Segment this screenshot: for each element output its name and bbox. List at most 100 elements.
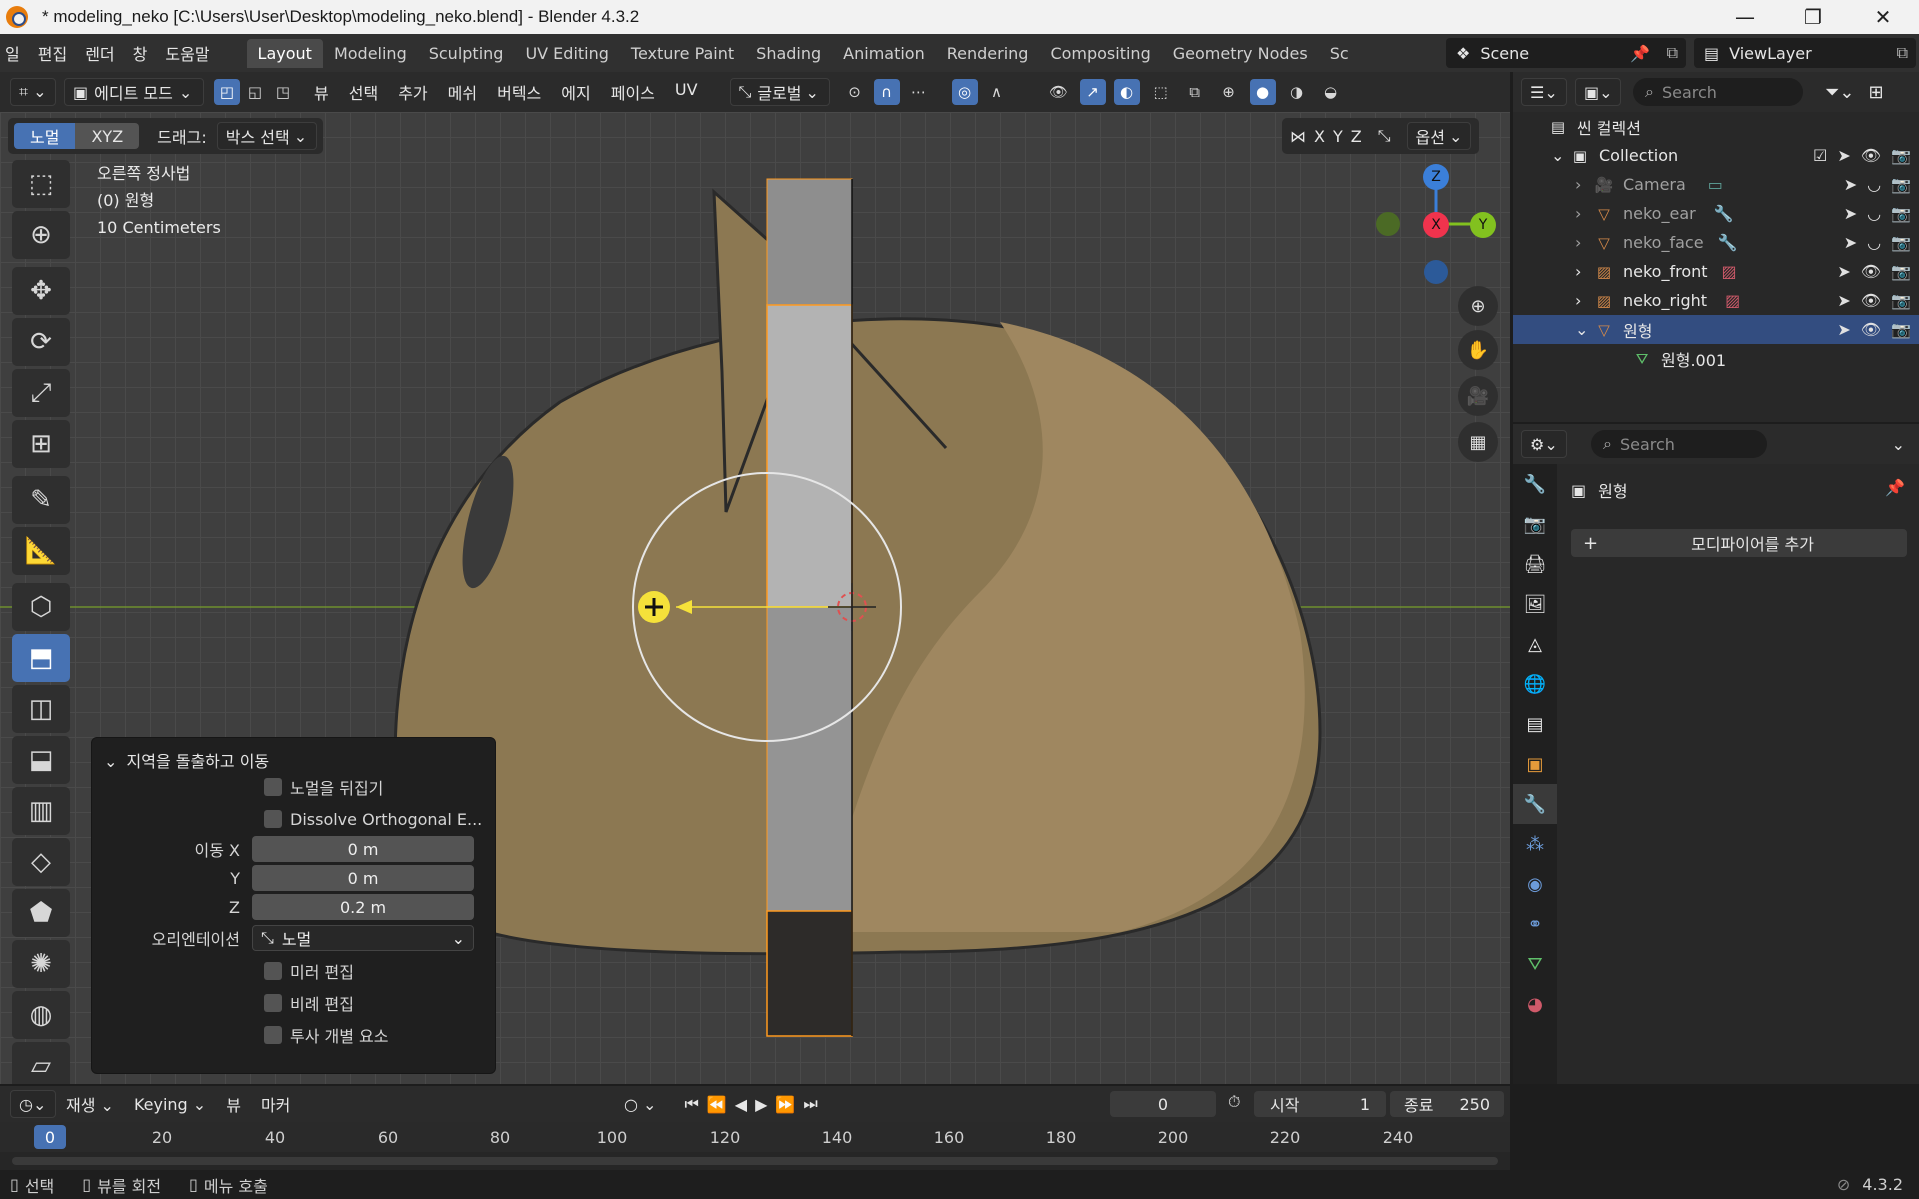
move-tool-icon[interactable]: ✥ bbox=[12, 267, 70, 315]
chevron-right-icon[interactable]: › bbox=[1575, 233, 1593, 252]
measure-tool-icon[interactable]: 📐 bbox=[12, 527, 70, 575]
eye-closed-icon[interactable]: ◡ bbox=[1867, 233, 1881, 252]
outliner-row-neko-face[interactable]: › ▽ neko_face 🔧 ➤ ◡ 📷 bbox=[1513, 228, 1919, 257]
modifier-tab-icon[interactable]: 🔧 bbox=[1513, 784, 1557, 824]
outliner-search[interactable]: ⌕ Search bbox=[1633, 78, 1803, 106]
mirror-y-toggle[interactable]: Y bbox=[1333, 127, 1343, 146]
chevron-right-icon[interactable]: › bbox=[1575, 204, 1593, 223]
timeline-scrollbar[interactable] bbox=[12, 1157, 1498, 1165]
inset-tool-icon[interactable]: ◫ bbox=[12, 685, 70, 733]
maximize-button[interactable]: ❐ bbox=[1784, 0, 1842, 34]
chevron-down-icon[interactable]: ⌄ bbox=[1575, 320, 1593, 339]
zoom-icon[interactable]: ⊕ bbox=[1458, 286, 1498, 326]
ortho-grid-icon[interactable]: ▦ bbox=[1458, 422, 1498, 462]
scale-tool-icon[interactable]: ⤢ bbox=[12, 369, 70, 417]
checkbox-icon[interactable]: ☑ bbox=[1813, 146, 1827, 165]
select-arrow-icon[interactable]: ➤ bbox=[1844, 204, 1857, 223]
add-cube-tool-icon[interactable]: ⬡ bbox=[12, 583, 70, 631]
gizmo-neg-y-handle[interactable] bbox=[1376, 212, 1400, 236]
outliner-row-neko-front[interactable]: › ▨ neko_front ▨ ➤ 👁 📷 bbox=[1513, 257, 1919, 286]
mirror-z-toggle[interactable]: Z bbox=[1351, 127, 1362, 146]
tab-texture-paint[interactable]: Texture Paint bbox=[620, 39, 745, 68]
edge-slide-tool-icon[interactable]: ▱ bbox=[12, 1042, 70, 1084]
move-y-field[interactable]: 0 m bbox=[252, 865, 474, 891]
keying-menu[interactable]: Keying ⌄ bbox=[124, 1095, 216, 1114]
camera-icon[interactable]: 📷 bbox=[1891, 291, 1911, 310]
tab-sculpting[interactable]: Sculpting bbox=[418, 39, 515, 68]
drag-mode-dropdown[interactable]: 박스 선택 ⌄ bbox=[216, 122, 317, 150]
mirror-edit-checkbox[interactable] bbox=[264, 962, 282, 980]
flip-normals-checkbox[interactable] bbox=[264, 778, 282, 796]
camera-icon[interactable]: 📷 bbox=[1891, 175, 1911, 194]
constraints-tab-icon[interactable]: ⚭ bbox=[1513, 904, 1557, 944]
new-scene-icon[interactable]: ⧉ bbox=[1667, 43, 1678, 63]
menu-help[interactable]: 도움말 bbox=[156, 41, 218, 65]
move-x-field[interactable]: 0 m bbox=[252, 836, 474, 862]
collection-tab-icon[interactable]: ▤ bbox=[1513, 704, 1557, 744]
add-modifier-button[interactable]: + 모디파이어를 추가 bbox=[1571, 529, 1907, 557]
navigation-gizmo[interactable]: Z X Y bbox=[1376, 164, 1496, 284]
outliner-row-neko-ear[interactable]: › ▽ neko_ear 🔧 ➤ ◡ 📷 bbox=[1513, 199, 1919, 228]
smooth-tool-icon[interactable]: ◍ bbox=[12, 991, 70, 1039]
play-icon[interactable]: ▶ bbox=[755, 1095, 767, 1114]
play-reverse-icon[interactable]: ◀ bbox=[735, 1095, 747, 1114]
bevel-tool-icon[interactable]: ⬓ bbox=[12, 736, 70, 784]
chevron-right-icon[interactable]: › bbox=[1575, 262, 1593, 281]
select-arrow-icon[interactable]: ➤ bbox=[1837, 262, 1850, 281]
camera-icon[interactable]: 📷 bbox=[1891, 233, 1911, 252]
filter-icon[interactable]: ⏷⌄ bbox=[1825, 82, 1854, 103]
new-collection-icon[interactable]: ⊞ bbox=[1868, 82, 1883, 103]
options-dropdown[interactable]: 옵션 ⌄ bbox=[1406, 122, 1472, 150]
jump-end-icon[interactable]: ⏭ bbox=[803, 1094, 817, 1114]
properties-editor-type[interactable]: ⚙⌄ bbox=[1521, 430, 1567, 458]
chevron-right-icon[interactable]: › bbox=[1575, 175, 1593, 194]
minimize-button[interactable]: — bbox=[1716, 0, 1774, 34]
output-tab-icon[interactable]: 🖨 bbox=[1513, 544, 1557, 584]
select-box-tool-icon[interactable]: ⬚ bbox=[12, 160, 70, 208]
outliner-row-circle-mesh[interactable]: ⛛ 원형.001 bbox=[1513, 344, 1919, 373]
normal-orientation-button[interactable]: 노멀 bbox=[14, 123, 76, 149]
view-layer-tab-icon[interactable]: 🖼 bbox=[1513, 584, 1557, 624]
project-individual-checkbox[interactable] bbox=[264, 1026, 282, 1044]
select-arrow-icon[interactable]: ➤ bbox=[1837, 291, 1850, 310]
tab-modeling[interactable]: Modeling bbox=[323, 39, 418, 68]
timeline-editor-type[interactable]: ◷⌄ bbox=[10, 1090, 56, 1118]
physics-tab-icon[interactable]: ◉ bbox=[1513, 864, 1557, 904]
dissolve-checkbox[interactable] bbox=[264, 810, 282, 828]
end-frame-field[interactable]: 종료 250 bbox=[1390, 1091, 1504, 1117]
render-tab-icon[interactable]: 📷 bbox=[1513, 504, 1557, 544]
gizmo-y-handle[interactable]: Y bbox=[1470, 212, 1496, 238]
tab-compositing[interactable]: Compositing bbox=[1039, 39, 1161, 68]
eye-icon[interactable]: 👁 bbox=[1861, 146, 1881, 165]
marker-menu[interactable]: 마커 bbox=[251, 1092, 300, 1116]
playhead[interactable]: 0 bbox=[34, 1125, 66, 1149]
spin-tool-icon[interactable]: ✺ bbox=[12, 940, 70, 988]
tab-layout[interactable]: Layout bbox=[246, 38, 323, 68]
timeline-ruler[interactable]: 0 20 40 60 80 100 120 140 160 180 200 22… bbox=[0, 1122, 1510, 1152]
jump-start-icon[interactable]: ⏮ bbox=[684, 1094, 698, 1114]
current-frame-field[interactable]: 0 bbox=[1110, 1091, 1216, 1117]
timeline-view-menu[interactable]: 뷰 bbox=[216, 1092, 251, 1116]
particles-tab-icon[interactable]: ⁂ bbox=[1513, 824, 1557, 864]
gizmo-neg-z-handle[interactable] bbox=[1424, 260, 1448, 284]
chevron-down-icon[interactable]: ⌄ bbox=[1551, 146, 1569, 165]
menu-window[interactable]: 창 bbox=[124, 41, 157, 65]
outliner-row-collection[interactable]: ⌄ ▣ Collection ☑ ➤ 👁 📷 bbox=[1513, 141, 1919, 170]
eye-icon[interactable]: 👁 bbox=[1861, 291, 1881, 310]
gizmo-z-handle[interactable]: Z bbox=[1423, 164, 1449, 190]
stopwatch-icon[interactable]: ⏱ bbox=[1228, 1092, 1240, 1112]
tab-geometry-nodes[interactable]: Geometry Nodes bbox=[1162, 39, 1319, 68]
new-view-layer-icon[interactable]: ⧉ bbox=[1897, 43, 1908, 63]
xyz-orientation-button[interactable]: XYZ bbox=[75, 123, 140, 149]
tab-scripting[interactable]: Sc bbox=[1319, 39, 1360, 68]
operator-panel-header[interactable]: ⌄ 지역을 돌출하고 이동 bbox=[104, 748, 269, 772]
select-arrow-icon[interactable]: ➤ bbox=[1837, 320, 1850, 339]
loop-cut-tool-icon[interactable]: ▥ bbox=[12, 787, 70, 835]
view-layer-selector[interactable]: ▤ ViewLayer ⧉ bbox=[1694, 38, 1916, 68]
transform-tool-icon[interactable]: ⊞ bbox=[12, 420, 70, 468]
select-arrow-icon[interactable]: ➤ bbox=[1844, 175, 1857, 194]
camera-icon[interactable]: 📷 bbox=[1891, 146, 1911, 165]
outliner-row-neko-right[interactable]: › ▨ neko_right ▨ ➤ 👁 📷 bbox=[1513, 286, 1919, 315]
tab-uv-editing[interactable]: UV Editing bbox=[514, 39, 619, 68]
menu-render[interactable]: 렌더 bbox=[76, 41, 123, 65]
